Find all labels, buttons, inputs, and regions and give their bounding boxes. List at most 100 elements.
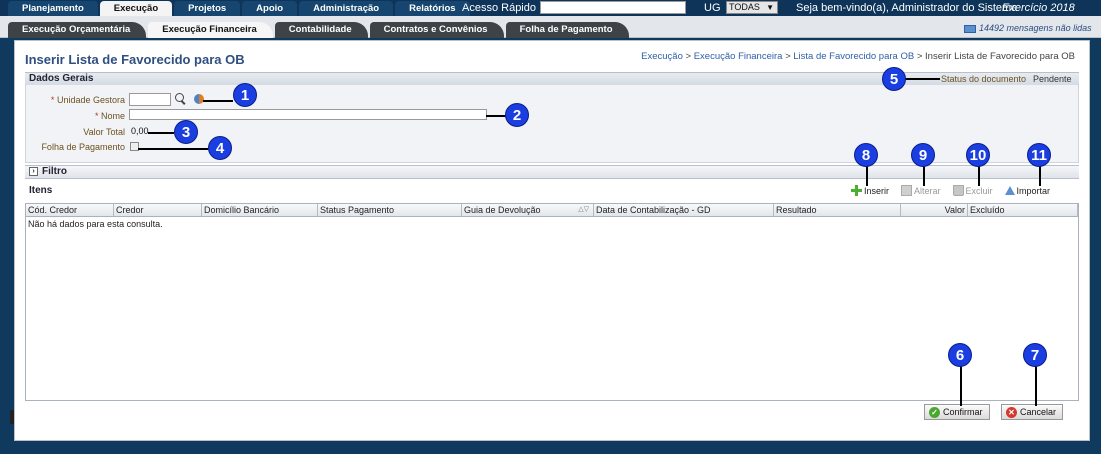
folha-pagamento-label: Folha de Pagamento [41,142,125,152]
confirm-button[interactable]: ✓ Confirmar [924,404,990,420]
breadcrumb-separator: > [682,51,694,62]
column-guia-devolucao[interactable]: Guia de Devolução △▽ [462,204,594,216]
marker-11: 11 [1027,143,1051,167]
column-valor[interactable]: Valor [901,204,968,216]
nome-label: * Nome [15,111,125,121]
importar-button[interactable]: Importar [1004,185,1051,196]
quick-access-label: Acesso Rápido [462,2,536,14]
alterar-button[interactable]: Alterar [901,185,941,196]
itens-actions: Inserir Alterar Excluir Importar [851,185,1062,196]
marker-9: 9 [911,143,935,167]
marker-line-3 [148,132,174,134]
unread-messages-text: 14492 mensagens não lidas [979,23,1092,33]
breadcrumb-link-lista-favorecido[interactable]: Lista de Favorecido para OB [793,51,914,62]
column-credor[interactable]: Credor [114,204,202,216]
top-nav-tabs: Planejamento Execução Projetos Apoio Adm… [8,1,472,16]
marker-1: 1 [233,83,257,107]
close-icon: ✕ [1006,406,1017,418]
inserir-button[interactable]: Inserir [851,185,889,196]
importar-label: Importar [1016,185,1051,196]
sort-icon[interactable]: △▽ [578,204,589,216]
chevron-right-icon: › [29,166,38,176]
marker-2: 2 [505,103,529,127]
top-tab-execucao[interactable]: Execução [99,1,173,16]
marker-line-1 [203,100,233,102]
fiscal-year: Exercício 2018 [1002,2,1075,14]
sub-tab-contratos-convenios[interactable]: Contratos e Convênios [369,22,504,38]
nome-input[interactable] [129,109,487,120]
column-guia-devolucao-label: Guia de Devolução [464,205,541,215]
breadcrumb-separator: > [914,51,926,62]
top-tab-planejamento[interactable]: Planejamento [8,1,98,16]
excluir-label: Excluir [965,185,993,196]
column-domicilio-bancario[interactable]: Domicílio Bancário [202,204,318,216]
sub-tab-execucao-orcamentaria[interactable]: Execução Orçamentária [8,22,147,38]
empty-message: Não há dados para esta consulta. [28,219,163,229]
marker-8: 8 [854,143,878,167]
status-label: Status do documento [941,74,1027,84]
marker-3: 3 [174,120,198,144]
breadcrumb-link-execucao[interactable]: Execução [641,51,683,62]
marker-line-2 [486,115,506,117]
valor-total-value: 0,00 [131,126,149,136]
top-tab-relatorios[interactable]: Relatórios [395,1,470,16]
breadcrumb-link-execucao-financeira[interactable]: Execução Financeira [694,51,783,62]
sub-tab-folha-pagamento[interactable]: Folha de Pagamento [505,22,629,38]
top-tab-administracao[interactable]: Administração [299,1,394,16]
marker-4: 4 [208,136,232,160]
filtro-toggle[interactable]: › Filtro [25,165,1079,179]
marker-5: 5 [882,67,906,91]
column-excluido[interactable]: Excluído [968,204,1078,216]
ug-select-value: TODAS [729,2,760,12]
plus-icon [851,185,862,196]
mail-icon [964,24,976,33]
marker-6: 6 [948,343,972,367]
status-value: Pendente [1033,74,1072,84]
marker-10: 10 [966,143,990,167]
check-icon: ✓ [929,406,940,418]
trash-icon [952,185,964,196]
excluir-button[interactable]: Excluir [952,185,993,196]
breadcrumb-current: Inserir Lista de Favorecido para OB [925,51,1075,62]
chevron-down-icon: ▼ [766,3,774,12]
upload-icon [1004,186,1015,195]
inserir-label: Inserir [864,185,890,196]
valor-total-label: Valor Total [83,127,125,137]
sub-tab-execucao-financeira[interactable]: Execução Financeira [148,22,273,38]
clear-icon[interactable] [194,94,204,104]
required-mark: * [50,95,55,105]
filtro-title: Filtro [42,166,67,177]
search-icon[interactable] [175,93,187,105]
itens-table: Cód. Credor Credor Domicílio Bancário St… [25,203,1079,401]
itens-title: Itens [29,185,53,196]
edit-icon [901,185,913,196]
confirm-label: Confirmar [943,407,983,417]
column-cod-credor[interactable]: Cód. Credor [26,204,114,216]
unidade-gestora-label: * Unidade Gestora [15,95,125,105]
top-tab-apoio[interactable]: Apoio [242,1,298,16]
unread-messages-link[interactable]: 14492 mensagens não lidas [964,23,1092,33]
marker-line-6 [960,366,962,406]
column-status-pagamento[interactable]: Status Pagamento [318,204,462,216]
column-data-contabilizacao[interactable]: Data de Contabilização - GD [594,204,774,216]
top-tab-projetos[interactable]: Projetos [174,1,241,16]
marker-line-7 [1035,366,1037,406]
sub-nav-tabs: Execução Orçamentária Execução Financeir… [8,22,631,38]
nome-label-text: Nome [100,111,125,121]
breadcrumb: Execução > Execução Financeira > Lista d… [641,51,1075,62]
cancel-label: Cancelar [1020,407,1057,417]
ug-select[interactable]: TODAS ▼ [726,1,778,14]
marker-line-5 [904,78,940,80]
unidade-gestora-label-text: Unidade Gestora [56,95,125,105]
marker-line-4 [138,148,208,150]
quick-access-input[interactable] [540,1,686,14]
unidade-gestora-input[interactable] [129,93,171,106]
sub-tab-contabilidade[interactable]: Contabilidade [274,22,368,38]
column-resultado[interactable]: Resultado [774,204,901,216]
top-nav-bar: Planejamento Execução Projetos Apoio Adm… [0,0,1101,16]
cancel-button[interactable]: ✕ Cancelar [1001,404,1064,420]
ug-label: UG [704,2,721,14]
alterar-label: Alterar [914,185,941,196]
side-panel-handle[interactable] [10,410,14,424]
required-mark: * [94,111,99,121]
